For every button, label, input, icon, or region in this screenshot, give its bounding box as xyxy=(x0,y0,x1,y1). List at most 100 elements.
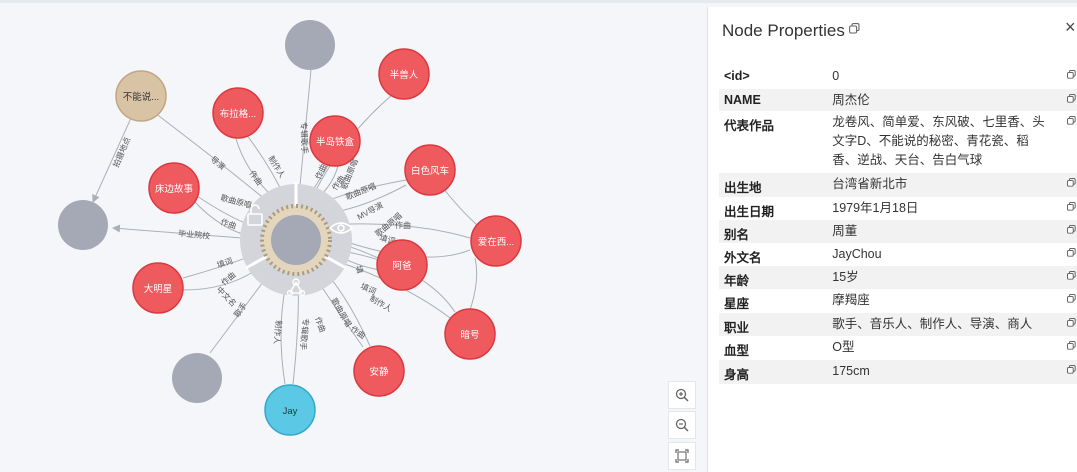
node-anhao[interactable]: 暗号 xyxy=(444,308,496,360)
property-key: 年龄 xyxy=(719,266,833,289)
edge-label: 作曲 xyxy=(247,168,264,187)
copy-icon xyxy=(1067,202,1076,211)
property-value: 15岁 xyxy=(832,266,1051,289)
edge-label: 制作人 xyxy=(272,320,284,345)
copy-button[interactable] xyxy=(1050,220,1077,243)
node-bandao[interactable]: 半岛铁盒 xyxy=(309,115,361,167)
copy-button[interactable] xyxy=(1051,336,1077,360)
property-value: JayChou xyxy=(832,247,882,261)
node-label: Jay xyxy=(283,406,298,417)
copy-button[interactable] xyxy=(1051,65,1077,89)
property-value: 摩羯座 xyxy=(832,293,870,307)
node-selected[interactable] xyxy=(271,215,321,265)
node-baise[interactable]: 白色风车 xyxy=(404,144,456,196)
property-row: 出生地 台湾省新北市 xyxy=(719,173,1077,197)
property-row: <id> 0 xyxy=(719,65,1077,89)
copy-button[interactable] xyxy=(1051,111,1077,173)
node-label: 不能说... xyxy=(123,91,159,103)
node-label: 半兽人 xyxy=(390,69,419,81)
property-row: 职业 歌手、音乐人、制作人、导演、商人 xyxy=(719,313,1077,336)
copy-icon xyxy=(1067,271,1076,280)
property-value: 歌手、音乐人、制作人、导演、商人 xyxy=(832,313,1051,336)
copy-icon xyxy=(1067,248,1076,257)
node-label: 爱在西... xyxy=(478,236,514,248)
node-buneng[interactable]: 不能说... xyxy=(115,70,167,122)
property-row: 出生日期 1979年1月18日 xyxy=(719,197,1077,220)
node-aizai[interactable]: 爱在西... xyxy=(470,215,522,267)
property-row: 别名 周董 xyxy=(719,220,1077,243)
node-chuangbian[interactable]: 床边故事 xyxy=(148,162,200,214)
property-row: 血型 O型 xyxy=(719,336,1077,360)
node-label: 暗号 xyxy=(460,329,479,341)
node-label: 床边故事 xyxy=(155,183,194,195)
node-label: 白色风车 xyxy=(411,165,449,177)
copy-icon xyxy=(1067,294,1076,303)
property-value: 周杰伦 xyxy=(832,89,1051,111)
copy-button[interactable] xyxy=(1050,313,1077,336)
graph-canvas[interactable]: 拍摄地点 导演 作曲 制作人 专辑歌手 作曲 歌曲原唱 作曲 歌曲原唱 MV导演… xyxy=(0,0,707,472)
copy-icon[interactable] xyxy=(849,23,860,34)
edge-label: 填 xyxy=(354,265,365,275)
node-label: 大明星 xyxy=(144,283,173,295)
copy-button[interactable] xyxy=(1051,197,1077,220)
close-button[interactable]: × xyxy=(1065,17,1076,38)
panel-title: Node Properties xyxy=(722,21,845,40)
node-anjing[interactable]: 安静 xyxy=(353,345,405,397)
zoom-in-icon xyxy=(675,388,689,402)
property-key: 出生日期 xyxy=(724,205,775,219)
property-row: 外文名 JayChou xyxy=(719,243,1077,266)
node-label: 安静 xyxy=(369,366,389,378)
copy-icon xyxy=(1067,318,1076,327)
edge-label: 专辑歌手 xyxy=(298,318,311,351)
property-value: 龙卷风、简单爱、东风破、七里香、头文字D、不能说的秘密、青花瓷、稻香、逆战、天台… xyxy=(832,115,1045,167)
node-label: 半岛铁盒 xyxy=(316,136,355,148)
properties-table: <id> 0 NAME 周杰伦 代表作品 龙卷风、简单爱、东风破、七里香、头文字D、不能说… xyxy=(719,65,1077,384)
edge-label: 拍摄地点 xyxy=(111,135,133,168)
copy-button[interactable] xyxy=(1051,289,1077,313)
copy-button[interactable] xyxy=(1050,173,1077,197)
edge-label: 填词 xyxy=(216,255,234,269)
property-row: 身高 175cm xyxy=(719,360,1077,384)
property-value: 周董 xyxy=(832,220,1051,243)
property-value: 1979年1月18日 xyxy=(832,201,919,215)
property-value: 台湾省新北市 xyxy=(832,173,1051,197)
edge-label: 作曲 xyxy=(313,315,328,333)
zoom-in-button[interactable] xyxy=(668,381,696,409)
property-row: 代表作品 龙卷风、简单爱、东风破、七里香、头文字D、不能说的秘密、青花瓷、稻香、逆… xyxy=(719,111,1077,173)
node-damingxing[interactable]: 大明星 xyxy=(132,262,184,314)
property-key: 血型 xyxy=(724,344,750,358)
property-row: 星座 摩羯座 xyxy=(719,289,1077,313)
copy-button[interactable] xyxy=(1051,243,1077,266)
copy-button[interactable] xyxy=(1050,360,1077,384)
edge-label: 歌曲原唱 xyxy=(329,296,354,329)
copy-icon xyxy=(1067,94,1076,103)
node-abao[interactable]: 阿爸 xyxy=(376,239,428,291)
node-label: 阿爸 xyxy=(392,260,412,272)
copy-icon xyxy=(1067,116,1076,125)
edge-label: 填词 xyxy=(359,281,378,297)
edge-label: MV导演 xyxy=(355,200,384,222)
edge-label: 毕业院校 xyxy=(178,228,211,241)
edge-label: 歌曲原唱 xyxy=(219,192,252,210)
edge-line xyxy=(469,257,478,311)
fit-icon xyxy=(675,449,689,463)
property-key: 出生地 xyxy=(719,173,833,197)
node-gray[interactable] xyxy=(172,353,222,403)
property-value: 0 xyxy=(832,69,840,83)
property-row: 年龄 15岁 xyxy=(719,266,1077,289)
property-key: NAME xyxy=(719,89,833,111)
property-value: O型 xyxy=(832,340,855,354)
node-gray[interactable] xyxy=(285,20,335,70)
node-jay[interactable]: Jay xyxy=(264,384,316,436)
edge-label: 中文名 xyxy=(215,284,239,308)
property-value: 175cm xyxy=(832,360,1051,384)
node-gray[interactable] xyxy=(58,200,108,250)
node-bulage[interactable]: 布拉格... xyxy=(212,87,264,139)
copy-button[interactable] xyxy=(1050,266,1077,289)
zoom-out-button[interactable] xyxy=(668,411,696,439)
copy-icon xyxy=(1067,225,1076,234)
node-banshan[interactable]: 半兽人 xyxy=(378,48,430,100)
selection-ring[interactable] xyxy=(240,182,354,297)
copy-button[interactable] xyxy=(1050,89,1077,111)
fit-button[interactable] xyxy=(668,442,696,470)
